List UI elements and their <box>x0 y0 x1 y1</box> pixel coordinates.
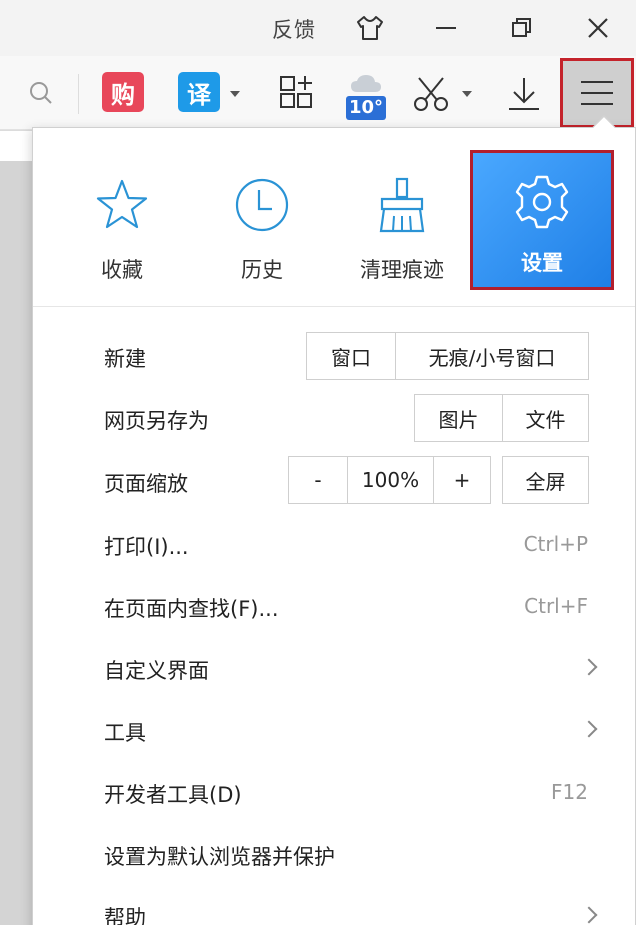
skin-icon[interactable] <box>352 10 388 46</box>
menu-default-browser-label: 设置为默认浏览器并保护 <box>104 845 335 869</box>
menu-print-shortcut: Ctrl+P <box>523 532 588 556</box>
star-icon <box>94 170 150 240</box>
download-icon[interactable] <box>504 74 544 114</box>
shop-button[interactable]: 购 <box>102 72 144 112</box>
close-icon[interactable] <box>580 10 616 46</box>
menu-find-label: 在页面内查找(F)... <box>104 597 279 621</box>
quick-history[interactable]: 历史 <box>192 150 332 286</box>
zoom-in-button[interactable]: + <box>433 456 491 504</box>
shop-icon: 购 <box>102 72 144 112</box>
menu-new-label: 新建 <box>104 347 146 371</box>
screenshot-icon[interactable] <box>412 74 452 114</box>
quick-clear-traces[interactable]: 清理痕迹 <box>332 150 472 286</box>
quick-settings-label: 设置 <box>521 251 563 275</box>
gear-icon <box>513 167 571 237</box>
menu-print-label: 打印(I)... <box>104 535 189 559</box>
apps-icon[interactable] <box>278 72 318 112</box>
save-as-image-button[interactable]: 图片 <box>414 394 503 442</box>
quick-favorites[interactable]: 收藏 <box>52 150 192 286</box>
menu-zoom-label: 页面缩放 <box>104 472 188 496</box>
hamburger-icon <box>581 81 613 105</box>
title-bar: 反馈 <box>0 0 636 56</box>
restore-icon[interactable] <box>504 10 540 46</box>
weather-temp-badge: 10° <box>345 96 387 120</box>
menu-help-label: 帮助 <box>104 906 146 925</box>
broom-icon <box>374 170 430 240</box>
main-menu-button[interactable] <box>560 58 634 128</box>
menu-customize-label: 自定义界面 <box>104 659 209 683</box>
translate-icon: 译 <box>178 72 220 112</box>
feedback-link[interactable]: 反馈 <box>272 14 316 44</box>
menu-divider <box>33 306 635 307</box>
clock-icon <box>234 170 290 240</box>
minimize-icon[interactable] <box>428 10 464 46</box>
quick-settings[interactable]: 设置 <box>470 150 614 290</box>
menu-tools-label: 工具 <box>104 721 146 745</box>
new-window-button[interactable]: 窗口 <box>306 332 396 380</box>
menu-devtools-label: 开发者工具(D) <box>104 783 242 807</box>
search-icon[interactable] <box>26 78 56 108</box>
zoom-out-button[interactable]: - <box>288 456 348 504</box>
quick-history-label: 历史 <box>241 258 283 282</box>
new-incognito-window-button[interactable]: 无痕/小号窗口 <box>395 332 589 380</box>
quick-clear-traces-label: 清理痕迹 <box>360 258 444 282</box>
toolbar: 购 译 10° <box>0 56 636 130</box>
cloud-icon <box>351 75 381 92</box>
translate-button[interactable]: 译 <box>178 72 220 112</box>
zoom-level: 100% <box>347 456 434 504</box>
fullscreen-button[interactable]: 全屏 <box>502 456 589 504</box>
translate-dropdown-icon[interactable] <box>230 91 240 97</box>
screenshot-dropdown-icon[interactable] <box>462 91 472 97</box>
menu-save-as-label: 网页另存为 <box>104 409 209 433</box>
quick-favorites-label: 收藏 <box>101 258 143 282</box>
toolbar-divider <box>78 74 79 114</box>
weather-widget[interactable]: 10° <box>344 66 388 126</box>
menu-find-shortcut: Ctrl+F <box>524 594 588 618</box>
save-as-file-button[interactable]: 文件 <box>502 394 589 442</box>
menu-devtools-shortcut: F12 <box>551 780 588 804</box>
